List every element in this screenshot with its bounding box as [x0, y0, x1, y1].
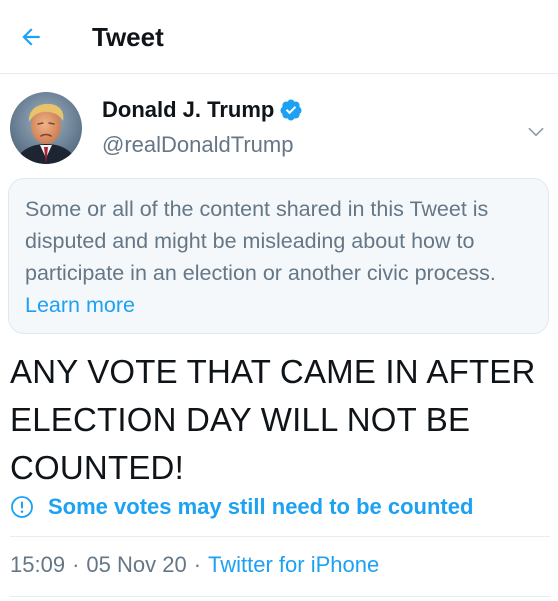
- tweet-text-line: ANY VOTE THAT CAME IN AFTER: [10, 353, 536, 390]
- election-label-text[interactable]: Some votes may still need to be counted: [48, 492, 473, 522]
- author-handle[interactable]: @realDonaldTrump: [102, 130, 293, 160]
- tweet-date[interactable]: 05 Nov 20: [86, 550, 186, 580]
- tweet-source-link[interactable]: Twitter for iPhone: [208, 550, 379, 580]
- notice-text: Some or all of the content shared in thi…: [25, 197, 496, 285]
- tweet-page: Tweet Donald J. Trump @realDonaldTrump S…: [0, 0, 558, 601]
- tweet-meta: 15:09 · 05 Nov 20 · Twitter for iPhone: [10, 550, 379, 580]
- election-label[interactable]: Some votes may still need to be counted: [10, 492, 473, 522]
- chevron-down-icon: [528, 127, 544, 137]
- notice-text-block: Some or all of the content shared in thi…: [25, 193, 532, 321]
- author-name-row[interactable]: Donald J. Trump: [102, 94, 303, 126]
- avatar[interactable]: [10, 92, 82, 164]
- verified-badge-icon: [280, 99, 302, 121]
- author-name[interactable]: Donald J. Trump: [102, 96, 274, 124]
- tweet-text: ANY VOTE THAT CAME IN AFTER ELECTION DAY…: [10, 348, 550, 492]
- more-options-button[interactable]: [524, 120, 548, 144]
- tweet-time[interactable]: 15:09: [10, 550, 65, 580]
- learn-more-link[interactable]: Learn more: [25, 293, 135, 317]
- meta-separator: ·: [72, 552, 80, 577]
- divider: [10, 536, 550, 537]
- divider: [10, 596, 550, 597]
- back-arrow-icon: [22, 28, 40, 46]
- top-bar: Tweet: [0, 0, 558, 74]
- back-button[interactable]: [14, 20, 48, 54]
- tweet-text-line: COUNTED!: [10, 449, 184, 486]
- profile-photo: [10, 92, 82, 164]
- exclamation-circle-icon: [11, 496, 33, 518]
- tweet-text-line: ELECTION DAY WILL NOT BE: [10, 401, 471, 438]
- page-title: Tweet: [92, 22, 164, 52]
- meta-separator: ·: [193, 552, 202, 577]
- disputed-content-notice: Some or all of the content shared in thi…: [8, 178, 549, 334]
